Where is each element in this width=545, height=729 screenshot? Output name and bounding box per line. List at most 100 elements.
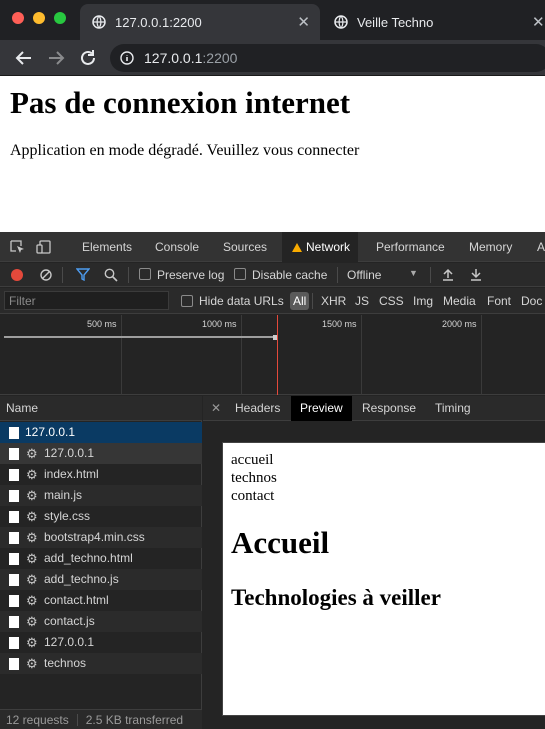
window-maximize-button[interactable] (54, 12, 66, 24)
preserve-log-label: Preserve log (157, 268, 225, 282)
detail-tab-preview[interactable]: Preview (291, 396, 352, 421)
type-filter-doc[interactable]: Doc (521, 294, 542, 308)
url-bar[interactable]: 127.0.0.1:2200 (110, 44, 545, 72)
browser-tab-bar: 127.0.0.1:2200 ✕ Veille Techno ✕ (0, 0, 545, 40)
request-row[interactable]: ⚙ add_techno.js (0, 569, 202, 590)
devtools-tab-performance[interactable]: Performance (368, 232, 453, 262)
toolbar-separator (337, 267, 338, 283)
filter-icon[interactable] (76, 268, 90, 281)
tab-title: Veille Techno (357, 14, 434, 30)
import-har-icon[interactable] (442, 268, 454, 281)
info-icon[interactable] (120, 51, 134, 65)
disable-cache-checkbox[interactable] (234, 268, 246, 280)
request-row[interactable]: ⚙ contact.js (0, 611, 202, 632)
document-icon (9, 427, 19, 439)
close-tab-icon[interactable]: ✕ (532, 13, 545, 31)
export-har-icon[interactable] (470, 268, 482, 281)
document-icon (9, 469, 19, 481)
devtools-tab-application[interactable]: A (529, 232, 545, 262)
close-tab-icon[interactable]: ✕ (297, 13, 310, 31)
request-name: technos (44, 656, 87, 670)
hide-data-urls-checkbox[interactable] (181, 295, 193, 307)
type-filter-font[interactable]: Font (487, 294, 511, 308)
back-arrow-icon[interactable] (14, 48, 34, 68)
devtools-panel: Elements Console Sources Network Perform… (0, 232, 545, 729)
browser-tab-localhost[interactable]: 127.0.0.1:2200 ✕ (80, 4, 320, 40)
forward-arrow-icon[interactable] (46, 48, 66, 68)
devtools-tab-memory[interactable]: Memory (461, 232, 520, 262)
request-row[interactable]: ⚙ add_techno.html (0, 548, 202, 569)
service-worker-gear-icon: ⚙ (26, 551, 38, 566)
reload-icon[interactable] (78, 48, 98, 68)
search-icon[interactable] (104, 268, 118, 282)
type-filter-js[interactable]: JS (355, 294, 369, 308)
timeline-gridline (241, 315, 242, 395)
request-name: 127.0.0.1 (44, 635, 95, 649)
request-name: 127.0.0.1 (25, 425, 76, 439)
url-host: 127.0.0.1 (144, 50, 203, 66)
request-name: main.js (44, 488, 83, 502)
hide-data-urls-label: Hide data URLs (199, 294, 284, 308)
type-filter-css[interactable]: CSS (379, 294, 404, 308)
type-filter-img[interactable]: Img (413, 294, 433, 308)
network-overview-timeline[interactable]: 500 ms 1000 ms 1500 ms 2000 ms (0, 315, 545, 395)
service-worker-gear-icon: ⚙ (26, 467, 38, 482)
document-icon (9, 658, 19, 670)
type-filter-xhr[interactable]: XHR (321, 294, 346, 308)
timeline-tick-label: 500 ms (87, 319, 117, 329)
chevron-down-icon[interactable]: ▼ (409, 268, 418, 278)
url-port: :2200 (202, 50, 238, 66)
request-row[interactable]: 127.0.0.1 (0, 422, 202, 443)
timeline-gridline (481, 315, 482, 395)
detail-tab-timing[interactable]: Timing (426, 396, 480, 421)
request-row[interactable]: ⚙ index.html (0, 464, 202, 485)
disable-cache-label: Disable cache (252, 268, 328, 282)
devtools-tab-console[interactable]: Console (147, 232, 207, 262)
service-worker-gear-icon: ⚙ (26, 656, 38, 671)
request-row[interactable]: ⚙ technos (0, 653, 202, 674)
timeline-tick-label: 1000 ms (202, 319, 237, 329)
devtools-tab-network[interactable]: Network (282, 232, 359, 262)
document-icon (9, 511, 19, 523)
document-icon (9, 532, 19, 544)
preview-heading: Accueil (231, 525, 330, 560)
devtools-tab-elements[interactable]: Elements (74, 232, 140, 262)
window-close-button[interactable] (12, 12, 24, 24)
window-minimize-button[interactable] (33, 12, 45, 24)
document-icon (9, 553, 19, 565)
inspect-element-icon[interactable] (10, 240, 26, 254)
request-row[interactable]: ⚙ style.css (0, 506, 202, 527)
type-filter-media[interactable]: Media (443, 294, 476, 308)
page-viewport: Pas de connexion internet Application en… (0, 76, 545, 232)
service-worker-gear-icon: ⚙ (26, 446, 38, 461)
globe-icon (92, 15, 106, 29)
close-icon[interactable]: ✕ (211, 401, 221, 415)
detail-tab-bar: ✕ Headers Preview Response Timing (203, 396, 545, 421)
toolbar-separator (128, 267, 129, 283)
devtools-tab-sources[interactable]: Sources (215, 232, 275, 262)
request-row[interactable]: ⚙ bootstrap4.min.css (0, 527, 202, 548)
clear-icon[interactable] (40, 269, 52, 281)
request-name: contact.js (44, 614, 95, 628)
browser-tab-veille-techno[interactable]: Veille Techno ✕ (322, 4, 545, 40)
document-icon (9, 574, 19, 586)
document-icon (9, 595, 19, 607)
throttling-select[interactable]: Offline (347, 268, 381, 282)
request-row[interactable]: ⚙ main.js (0, 485, 202, 506)
preview-nav: accueil technos contact (231, 451, 277, 505)
type-filter-all[interactable]: All (290, 292, 310, 310)
record-button[interactable] (11, 269, 23, 281)
request-row[interactable]: ⚙ 127.0.0.1 (0, 632, 202, 653)
timeline-tick-label: 2000 ms (442, 319, 477, 329)
detail-tab-response[interactable]: Response (353, 396, 425, 421)
device-toolbar-icon[interactable] (36, 240, 52, 254)
request-row[interactable]: ⚙ contact.html (0, 590, 202, 611)
timeline-gridline (121, 315, 122, 395)
name-column-header[interactable]: Name (0, 396, 202, 421)
filter-input[interactable] (4, 291, 169, 310)
request-row[interactable]: ⚙ 127.0.0.1 (0, 443, 202, 464)
detail-tab-headers[interactable]: Headers (226, 396, 289, 421)
network-filter-bar: Hide data URLs All XHR JS CSS Img Media … (0, 288, 545, 314)
preserve-log-checkbox[interactable] (139, 268, 151, 280)
transferred-size: 2.5 KB transferred (85, 713, 184, 727)
